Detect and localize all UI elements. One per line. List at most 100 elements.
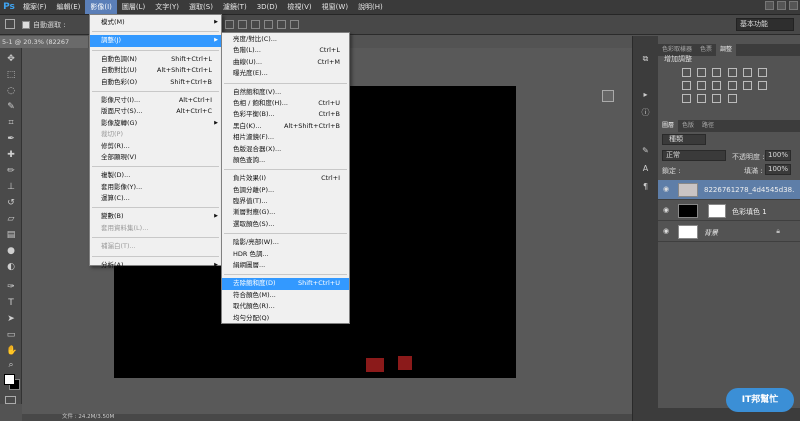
align-left-icon[interactable] [264,20,273,29]
opacity-input[interactable]: 100% [765,150,791,161]
menu-option[interactable]: 調整(J) ▶ [90,35,221,47]
layer-row[interactable]: ◉ 色彩填色 1 [658,201,800,221]
menu-option[interactable]: 去除飽和度(D) Shift+Ctrl+U [222,278,349,290]
pen-tool-icon[interactable]: ✑ [6,282,16,292]
menu-option[interactable]: 變數(B) ▶ [90,211,221,222]
fill-input[interactable]: 100% [765,164,791,175]
align-bottom-icon[interactable] [251,20,260,29]
move-tool-icon[interactable] [5,19,15,29]
menu-option[interactable]: HDR 色調... [222,249,349,260]
menu-option[interactable]: 修剪(R)... [90,141,221,152]
move-tool-icon[interactable]: ✥ [6,54,16,64]
history-brush-tool-icon[interactable]: ↺ [6,198,16,208]
quick-mask-icon[interactable] [5,396,16,404]
layer-kind-filter[interactable]: 種類 [662,134,706,145]
character-panel-icon[interactable]: A [640,164,651,174]
menu-option[interactable]: 影像旋轉(G) ▶ [90,118,221,129]
menu-option[interactable]: 亮度/對比(C)... [222,34,349,45]
align-center-icon[interactable] [277,20,286,29]
menu-option[interactable]: 影像尺寸(I)... Alt+Ctrl+I [90,95,221,106]
layer-row[interactable]: ◉ 背景 🔒︎ [658,222,800,242]
photo-filter-adjustment-icon[interactable] [712,81,722,90]
menu-option[interactable]: 曲線(U)... Ctrl+M [222,57,349,68]
align-right-icon[interactable] [290,20,299,29]
menu-item[interactable]: 3D(D) [252,0,283,14]
blend-mode-select[interactable]: 正常 [662,150,726,161]
maximize-icon[interactable] [777,1,786,10]
tab-paths[interactable]: 路徑 [698,120,718,132]
menu-option[interactable]: 相片濾鏡(F)... [222,132,349,143]
tab-layers[interactable]: 圖層 [658,120,679,132]
menu-option[interactable]: 選取顏色(S)... [222,219,349,230]
menu-option[interactable]: 陰影/亮部(W)... [222,237,349,248]
blur-tool-icon[interactable]: ● [6,246,16,256]
menu-option[interactable]: 色調分離(P)... [222,185,349,196]
menu-option[interactable]: 取代顏色(R)... [222,301,349,312]
menu-option[interactable]: 曝光度(E)... [222,68,349,79]
menu-item[interactable]: 濾鏡(T) [218,0,252,14]
menu-option[interactable]: 均勻分配(Q) [222,313,349,324]
brush-tool-icon[interactable]: ✏ [6,166,16,176]
menu-item[interactable]: 選取(S) [184,0,218,14]
tab-channels[interactable]: 色版 [678,120,698,132]
zoom-tool-icon[interactable]: ⌕ [6,360,16,370]
menu-option[interactable]: 符合顏色(M)... [222,290,349,301]
foreground-color-swatch[interactable] [4,374,15,385]
crop-tool-icon[interactable]: ⌗ [6,118,16,128]
menu-item[interactable]: 說明(H) [353,0,388,14]
color-lookup-adjustment-icon[interactable] [742,81,752,90]
auto-select-checkbox[interactable] [22,21,30,29]
menu-option[interactable]: 自然飽和度(V)... [222,87,349,98]
color-balance-adjustment-icon[interactable] [682,81,691,90]
menu-option[interactable]: 色相 / 飽和度(H)... Ctrl+U [222,98,349,109]
menu-option[interactable]: 模式(M) ▶ [90,17,221,28]
actions-panel-icon[interactable]: ▸ [640,90,651,100]
eye-icon[interactable]: ◉ [663,228,671,235]
tab-swatches[interactable]: 色票 [696,44,716,56]
workspace-select[interactable]: 基本功能 [736,18,794,31]
menu-option[interactable]: 運算(C)... [90,193,221,204]
properties-icon[interactable] [602,90,614,102]
menu-option[interactable]: 臨界值(T)... [222,196,349,207]
menu-option[interactable]: 自動色彩(O) Shift+Ctrl+B [90,77,221,88]
menu-option[interactable]: 黑白(K)... Alt+Shift+Ctrl+B [222,121,349,132]
auto-select-option[interactable]: 自動選取 : [22,20,66,30]
exposure-adjustment-icon[interactable] [727,68,737,77]
posterize-adjustment-icon[interactable] [682,94,691,103]
invert-adjustment-icon[interactable] [758,81,768,90]
align-middle-icon[interactable] [238,20,247,29]
menu-option[interactable]: 色版混合器(X)... [222,144,349,155]
healing-brush-tool-icon[interactable]: ✚ [6,150,16,160]
eye-icon[interactable]: ◉ [663,186,671,193]
curves-adjustment-icon[interactable] [712,68,722,77]
menu-option[interactable]: 顏色查詢... [222,155,349,166]
paragraph-panel-icon[interactable]: ¶ [640,182,651,192]
brightness-adjustment-icon[interactable] [682,68,691,77]
selective-color-adjustment-icon[interactable] [727,94,737,103]
menu-option[interactable]: 自動色調(N) Shift+Ctrl+L [90,54,221,65]
lasso-tool-icon[interactable]: ◌ [6,86,16,96]
gradient-map-adjustment-icon[interactable] [712,94,722,103]
menu-option[interactable]: 自動對比(U) Alt+Shift+Ctrl+L [90,65,221,76]
history-panel-icon[interactable]: ⧉ [640,54,651,64]
type-tool-icon[interactable]: T [6,298,16,308]
path-select-tool-icon[interactable]: ➤ [6,314,16,324]
menu-item[interactable]: 檢視(V) [282,0,316,14]
align-top-icon[interactable] [225,20,234,29]
tab-styles[interactable]: 調整 [716,44,737,56]
info-panel-icon[interactable]: ⓘ [640,108,651,118]
menu-item[interactable]: 文字(Y) [150,0,184,14]
menu-option[interactable]: 複製(D)... [90,170,221,181]
marquee-tool-icon[interactable]: ⬚ [6,70,16,80]
menu-option[interactable]: 版面尺寸(S)... Alt+Ctrl+C [90,106,221,117]
clone-stamp-tool-icon[interactable]: ⊥ [6,182,16,192]
threshold-adjustment-icon[interactable] [697,94,707,103]
levels-adjustment-icon[interactable] [697,68,707,77]
menu-option[interactable]: 色階(L)... Ctrl+L [222,45,349,56]
menu-option[interactable]: 套用影像(Y)... [90,182,221,193]
menu-option[interactable]: 分析(A) ▶ [90,260,221,271]
gradient-tool-icon[interactable]: ▤ [6,230,16,240]
dodge-tool-icon[interactable]: ◐ [6,262,16,272]
menu-option[interactable]: 漸層對應(G)... [222,207,349,218]
minimize-icon[interactable] [765,1,774,10]
